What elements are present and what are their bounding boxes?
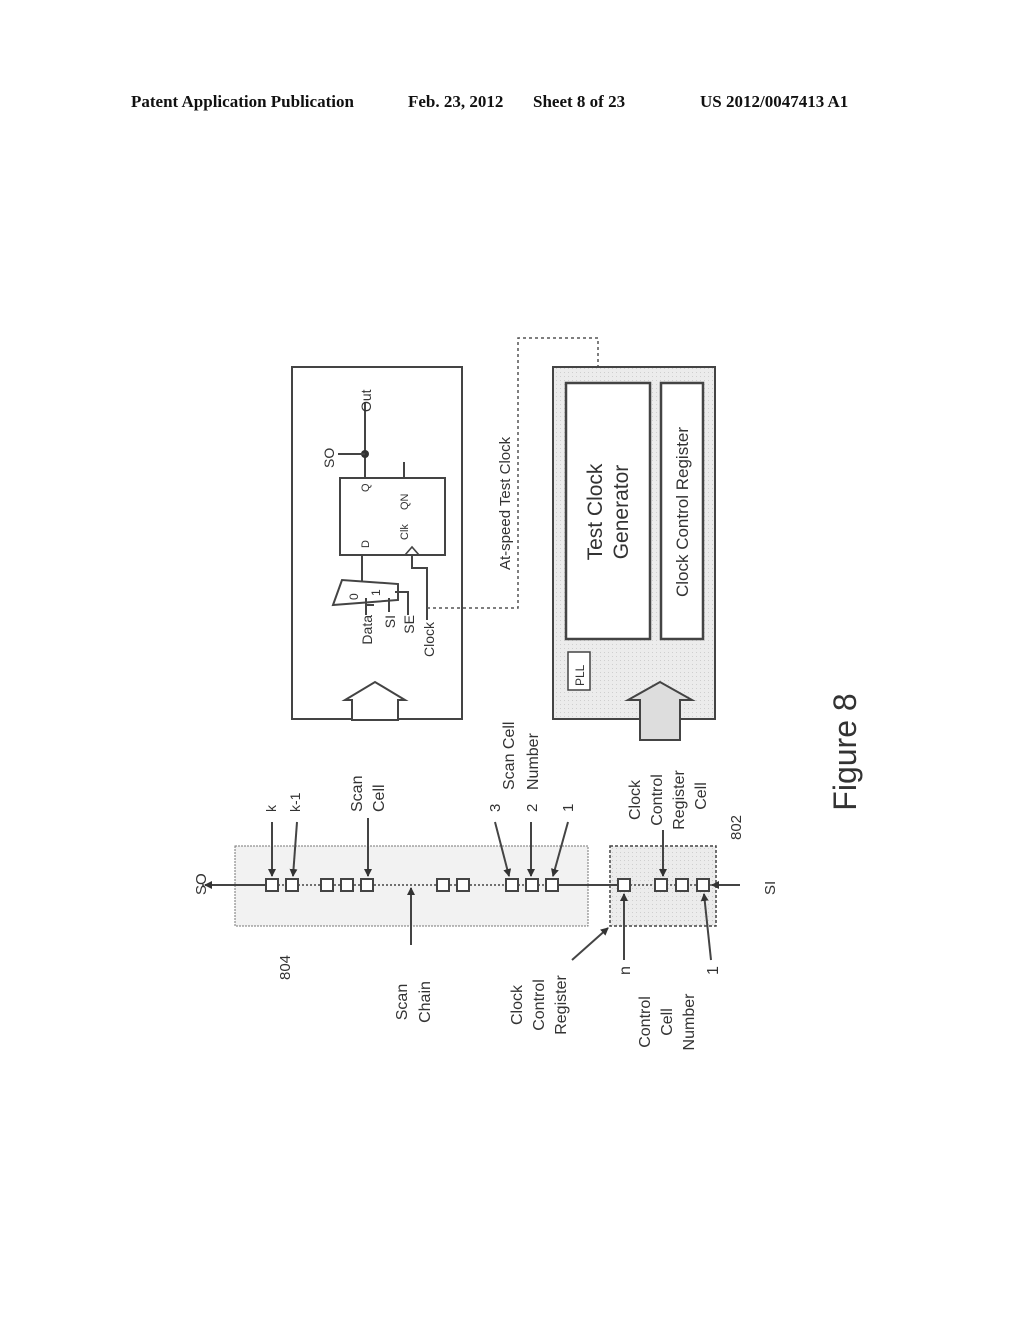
scan-cell-block-arrow <box>341 680 409 721</box>
scan-cell-2 <box>525 878 539 892</box>
si-input-label: SI <box>382 615 398 628</box>
scan-cell-detail-block: Data SI SE Clock 0 1 D Q Clk QN SO Out <box>291 366 463 721</box>
ccr-cell-label-4: Cell <box>693 782 710 810</box>
label-control-1: 1 <box>705 966 722 975</box>
scan-chain: SO SI 804 802 k k-1 Scan Cell 3 2 1 Scan… <box>193 722 779 1051</box>
control-cell-n <box>617 878 631 892</box>
ccr-label-2: Control <box>531 979 548 1031</box>
scan-cell-k-1 <box>285 878 299 892</box>
control-cell <box>675 878 689 892</box>
control-cell-number-label-1: Control <box>637 996 654 1048</box>
flipflop-box <box>339 477 446 556</box>
ccr-cell-label-1: Clock <box>627 779 644 820</box>
figure-caption: Figure 8 <box>827 693 863 810</box>
ccr-label-3: Register <box>553 975 570 1035</box>
scan-cell-number-label-1: Scan Cell <box>501 722 518 790</box>
clock-control-register-label: Clock Control Register <box>673 427 692 597</box>
label-1: 1 <box>560 804 577 812</box>
label-k-1: k-1 <box>287 792 303 812</box>
ref-804: 804 <box>277 955 294 980</box>
mux-input-0-label: 0 <box>347 593 361 600</box>
scan-cell <box>340 878 354 892</box>
scan-cell-3 <box>505 878 519 892</box>
scan-cell-label-2: Cell <box>371 784 388 812</box>
scan-cell <box>436 878 450 892</box>
chain-so-label: SO <box>193 873 210 895</box>
ccr-label-1: Clock <box>509 984 526 1025</box>
scan-cell-1 <box>545 878 559 892</box>
control-cell-1 <box>696 878 710 892</box>
scan-cell-label-1: Scan <box>349 776 366 812</box>
ff-qn-pin: QN <box>399 493 411 510</box>
figure-8-diagram: Data SI SE Clock 0 1 D Q Clk QN SO Out A… <box>193 337 863 1051</box>
label-k: k <box>263 804 279 812</box>
label-3: 3 <box>487 804 504 812</box>
ccr-cell-label-3: Register <box>671 770 688 830</box>
scan-cell <box>320 878 334 892</box>
pll-label: PLL <box>573 664 587 686</box>
label-2: 2 <box>524 804 541 812</box>
label-n: n <box>617 966 634 975</box>
scan-chain-label-2: Chain <box>417 981 434 1023</box>
ff-q-pin: Q <box>360 483 372 492</box>
out-output-label: Out <box>358 389 374 412</box>
clock-input-label: Clock <box>421 621 437 657</box>
mux-input-1-label: 1 <box>369 589 383 596</box>
control-cell <box>654 878 668 892</box>
scan-chain-label-1: Scan <box>394 984 411 1020</box>
scan-cell-k <box>265 878 279 892</box>
data-input-label: Data <box>359 615 375 645</box>
test-clock-generator-box <box>564 381 652 641</box>
scan-cell-number-label-2: Number <box>525 732 542 790</box>
scan-cell <box>456 878 470 892</box>
se-input-label: SE <box>401 615 417 634</box>
ccr-cell-label-2: Control <box>649 774 666 826</box>
scan-cell <box>360 878 374 892</box>
ff-d-pin: D <box>360 540 372 548</box>
generator-line1: Test Clock <box>584 463 607 560</box>
ref-802: 802 <box>728 815 745 840</box>
control-cell-number-label-2: Cell <box>659 1008 676 1036</box>
generator-line2: Generator <box>610 465 633 560</box>
clock-generator-block: Test Clock Generator Clock Control Regis… <box>552 366 716 741</box>
chain-si-label: SI <box>762 881 779 895</box>
ff-clk-pin: Clk <box>399 524 411 540</box>
control-cell-number-label-3: Number <box>681 993 698 1051</box>
so-output-label: SO <box>321 448 337 468</box>
scan-cell-box <box>291 366 463 720</box>
at-speed-clock-label: At-speed Test Clock <box>497 436 514 570</box>
